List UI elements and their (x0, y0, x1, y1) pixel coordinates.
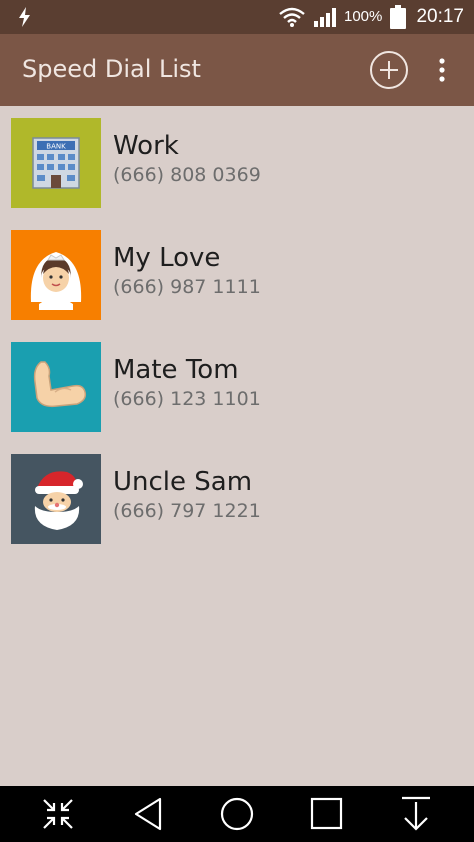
recents-square-icon (310, 797, 343, 830)
list-item[interactable]: BANK Work (666) 808 0369 (0, 106, 474, 218)
contact-phone: (666) 123 1101 (113, 388, 261, 410)
page-title: Speed Dial List (22, 55, 201, 83)
contact-name: Mate Tom (113, 355, 239, 385)
battery-percent: 100% (344, 8, 383, 25)
clock: 20:17 (416, 6, 464, 27)
contact-phone: (666) 808 0369 (113, 164, 261, 186)
notifications-pulldown-button[interactable] (396, 796, 436, 832)
contact-avatar (11, 454, 101, 544)
svg-text:BANK: BANK (46, 143, 66, 151)
overflow-menu-button[interactable] (432, 56, 452, 84)
contact-avatar (11, 230, 101, 320)
add-circle-icon (380, 61, 398, 79)
charging-bolt-icon (14, 6, 36, 28)
bank-building-icon: BANK (11, 118, 101, 208)
battery-icon (389, 5, 407, 29)
list-item[interactable]: Mate Tom (666) 123 1101 (0, 330, 474, 442)
contact-name: Uncle Sam (113, 467, 253, 497)
download-arrow-icon (402, 796, 430, 831)
santa-icon (11, 454, 101, 544)
wifi-icon (278, 6, 306, 28)
collapse-icon (43, 799, 73, 829)
signal-icon (312, 6, 340, 28)
contact-avatar: BANK (11, 118, 101, 208)
app-bar: Speed Dial List (0, 34, 474, 106)
bride-icon (11, 230, 101, 320)
contact-avatar (11, 342, 101, 432)
add-contact-button[interactable] (370, 51, 408, 89)
home-circle-icon (220, 797, 254, 831)
list-item[interactable]: Uncle Sam (666) 797 1221 (0, 442, 474, 554)
collapse-button[interactable] (38, 796, 78, 832)
list-item[interactable]: My Love (666) 987 1111 (0, 218, 474, 330)
back-button[interactable] (128, 796, 168, 832)
contact-name: My Love (113, 243, 221, 273)
recents-button[interactable] (306, 796, 346, 832)
back-triangle-icon (134, 797, 162, 831)
navigation-bar (0, 786, 474, 842)
more-vert-icon (439, 58, 445, 82)
status-bar: 100% 20:17 (0, 0, 474, 34)
contact-phone: (666) 797 1221 (113, 500, 261, 522)
flexed-bicep-icon (11, 342, 101, 432)
contact-name: Work (113, 131, 179, 161)
home-button[interactable] (217, 796, 257, 832)
contact-phone: (666) 987 1111 (113, 276, 261, 298)
